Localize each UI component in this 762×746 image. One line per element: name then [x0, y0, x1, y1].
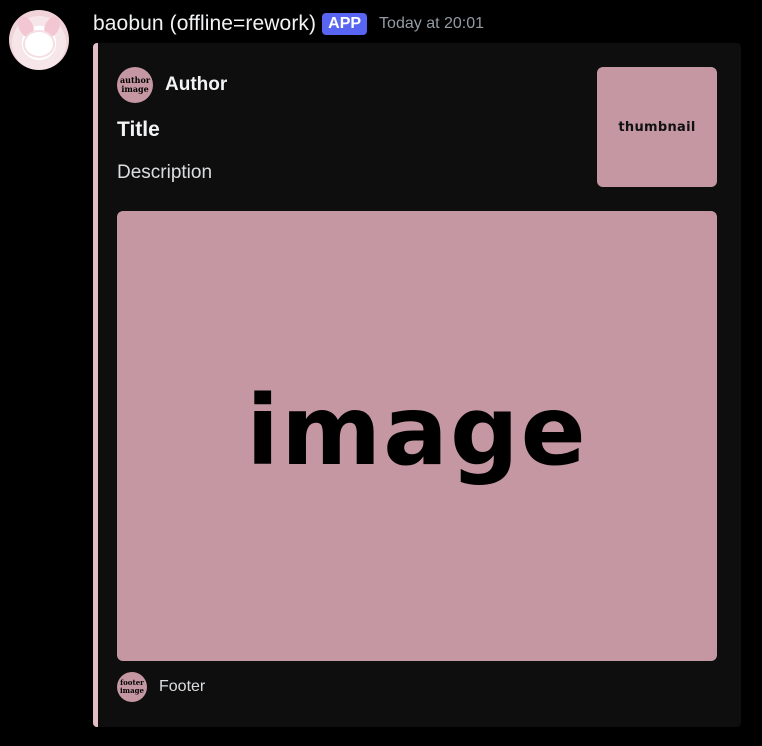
- footer-text: Footer: [159, 678, 206, 695]
- user-avatar[interactable]: [9, 10, 69, 70]
- image-label: image: [246, 375, 588, 487]
- timestamp[interactable]: Today at 20:01: [379, 15, 484, 33]
- embed-author: author image Author: [117, 67, 227, 103]
- avatar-face: [25, 32, 53, 56]
- embed-image[interactable]: image: [117, 211, 717, 661]
- author-name: Author: [165, 74, 228, 95]
- thumbnail-label: thumbnail: [618, 119, 696, 135]
- embed-thumbnail[interactable]: thumbnail: [597, 67, 717, 187]
- username[interactable]: baobun (offline=rework): [93, 12, 316, 36]
- embed-title: Title: [117, 118, 160, 141]
- message-header: baobun (offline=rework) APP Today at 20:…: [93, 11, 484, 37]
- embed: author image Author Title Description thu…: [93, 43, 741, 727]
- footer-image-icon: footer image: [117, 672, 147, 702]
- embed-footer: footer image Footer: [117, 672, 205, 702]
- chat-message: baobun (offline=rework) APP Today at 20:…: [0, 0, 762, 746]
- author-image-icon: author image: [117, 67, 153, 103]
- embed-description: Description: [117, 162, 213, 183]
- app-badge: APP: [322, 13, 368, 35]
